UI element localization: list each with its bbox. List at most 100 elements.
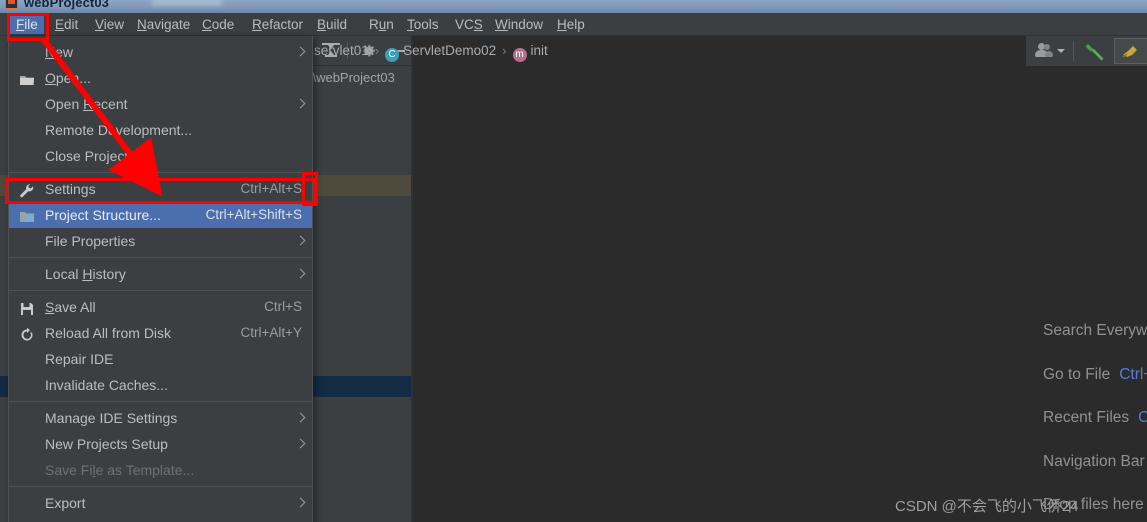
editor-hint-row: Navigation BarAlt+Home [1043, 453, 1147, 497]
menu-item-file-properties[interactable]: File Properties [9, 228, 312, 254]
menu-item-shortcut: Ctrl+Alt+Y [240, 325, 302, 340]
method-icon: m [512, 48, 527, 62]
menu-item-export[interactable]: Export [9, 490, 312, 516]
menu-item-manage-ide-settings[interactable]: Manage IDE Settings [9, 405, 312, 431]
menu-item-new[interactable]: New [9, 39, 312, 65]
csdn-watermark: CSDN @不会飞的小飞侨24 [895, 498, 1079, 515]
menu-label: Build [317, 17, 348, 32]
menu-window[interactable]: Window [489, 15, 549, 34]
breadcrumb[interactable]: servlet01 › C ServletDemo02 › m init [314, 36, 548, 65]
class-icon: C [385, 48, 400, 62]
breadcrumb-item[interactable]: ServletDemo02 [403, 43, 496, 58]
menu-item-shortcut: Ctrl+Alt+Shift+S [205, 207, 302, 222]
file-menu-dropdown[interactable]: New Open... Open Recent Remote Development.… [8, 36, 313, 522]
breadcrumb-item[interactable]: init [531, 43, 548, 58]
menu-separator [9, 290, 312, 291]
menu-item-remote-development[interactable]: Remote Development... [9, 117, 312, 143]
menu-item-reload-all-from-disk[interactable]: Reload All from Disk Ctrl+Alt+Y [9, 320, 312, 346]
menu-item-label: Local History [45, 266, 126, 282]
menu-build[interactable]: Build [311, 15, 353, 34]
reload-icon [19, 325, 35, 341]
menu-item-label: Print... [45, 516, 85, 522]
menu-tools[interactable]: Tools [401, 15, 445, 34]
chevron-right-icon [297, 438, 303, 449]
intellij-idea-window: webProject03 File Edit View Navigate Refacto… [0, 0, 1147, 522]
menu-separator [9, 172, 312, 173]
menu-bar: File Edit View Navigate Refactor Code Build Run… [0, 13, 1147, 36]
menu-item-open[interactable]: Open... [9, 65, 312, 91]
menu-label: Tools [407, 17, 439, 32]
menu-help[interactable]: Help [551, 15, 591, 34]
editor-hint-label: Recent Files [1043, 409, 1130, 426]
user-account-icon[interactable] [1034, 42, 1068, 60]
menu-item-local-history[interactable]: Local History [9, 261, 312, 287]
folder-icon [19, 70, 35, 86]
editor-empty-area: Search EverywhereDouble ShiftGo to File C… [413, 36, 1147, 522]
menu-label: Edit [55, 17, 79, 32]
menu-item-repair-ide[interactable]: Repair IDE [9, 346, 312, 372]
menu-item-close-project[interactable]: Close Project [9, 143, 312, 169]
menu-item-open-recent[interactable]: Open Recent [9, 91, 312, 117]
editor-hint-row: Recent Files Ctrl+E [1043, 409, 1147, 453]
menu-label: Navigate [137, 17, 191, 32]
chevron-right-icon [297, 412, 303, 423]
menu-item-project-structure[interactable]: Project Structure... Ctrl+Alt+Shift+S [9, 202, 312, 228]
menu-item-label: Remote Development... [45, 122, 193, 138]
menu-item-label: File Properties [45, 233, 136, 249]
menu-item-label: Repair IDE [45, 351, 114, 367]
menu-file[interactable]: File [10, 15, 44, 34]
menu-item-label: Export [45, 495, 86, 511]
menu-item-label: Open Recent [45, 96, 128, 112]
editor-hint-row: Go to File Ctrl+Shift+N [1043, 366, 1147, 410]
menu-item-label: New Projects Setup [45, 436, 168, 452]
menu-label: Help [557, 17, 585, 32]
save-icon [19, 299, 35, 315]
breadcrumb-item[interactable]: servlet01 [314, 43, 369, 58]
toolbar-separator [1073, 41, 1074, 61]
chevron-right-icon [297, 98, 303, 109]
menu-label: VCS [455, 17, 483, 32]
menu-item-shortcut: Ctrl+Alt+S [240, 181, 302, 196]
breadcrumb-separator: › [374, 43, 380, 58]
editor-hint-shortcut: Ctrl+E [1138, 409, 1147, 426]
menu-item-new-projects-setup[interactable]: New Projects Setup [9, 431, 312, 457]
app-icon [5, 0, 18, 9]
menu-view[interactable]: View [89, 15, 130, 34]
menu-refactor[interactable]: Refactor [246, 15, 309, 34]
menu-item-save-all[interactable]: Save All Ctrl+S [9, 294, 312, 320]
editor-hint-list: Search EverywhereDouble ShiftGo to File C… [1043, 322, 1147, 522]
menu-vcs[interactable]: VCS [449, 15, 489, 34]
menu-code[interactable]: Code [196, 15, 240, 34]
menu-label: View [95, 17, 125, 32]
menu-item-save-file-as-template: Save File as Template... [9, 457, 312, 483]
wrench-icon [19, 181, 35, 198]
menu-item-settings[interactable]: Settings Ctrl+Alt+S [9, 176, 312, 202]
menu-item-invalidate-caches[interactable]: Invalidate Caches... [9, 372, 312, 398]
menu-item-label: Project Structure... [45, 207, 161, 223]
menu-edit[interactable]: Edit [49, 15, 84, 34]
menu-item-label: Save File as Template... [45, 462, 195, 478]
window-title-bar: webProject03 [0, 0, 1147, 13]
navigation-bar: servlet01 › C ServletDemo02 › m init [300, 36, 720, 65]
chevron-right-icon [297, 497, 303, 508]
menu-item-label: New [45, 44, 74, 60]
menu-run[interactable]: Run [363, 15, 400, 34]
menu-item-shortcut: Ctrl+S [264, 299, 302, 314]
editor-hint-shortcut: Ctrl+Shift+N [1119, 365, 1147, 383]
pin-button[interactable] [1114, 38, 1147, 64]
chevron-right-icon [297, 46, 303, 57]
main-toolbar-right [1026, 36, 1147, 66]
breadcrumb-separator: › [502, 43, 507, 58]
editor-hint-label: Navigation Bar [1043, 452, 1145, 470]
chevron-right-icon [297, 268, 303, 279]
menu-label: Code [202, 17, 235, 32]
hammer-icon[interactable] [1084, 41, 1106, 62]
chevron-down-icon[interactable] [1057, 49, 1065, 53]
menu-item-label: Manage IDE Settings [45, 410, 178, 426]
menu-item-label: Save All [45, 299, 96, 315]
menu-navigate[interactable]: Navigate [131, 15, 196, 34]
menu-item-label: Settings [45, 181, 96, 197]
pin-icon [1121, 45, 1139, 64]
editor-hint-label: Go to File [1043, 365, 1111, 383]
menu-label: Refactor [252, 17, 304, 32]
